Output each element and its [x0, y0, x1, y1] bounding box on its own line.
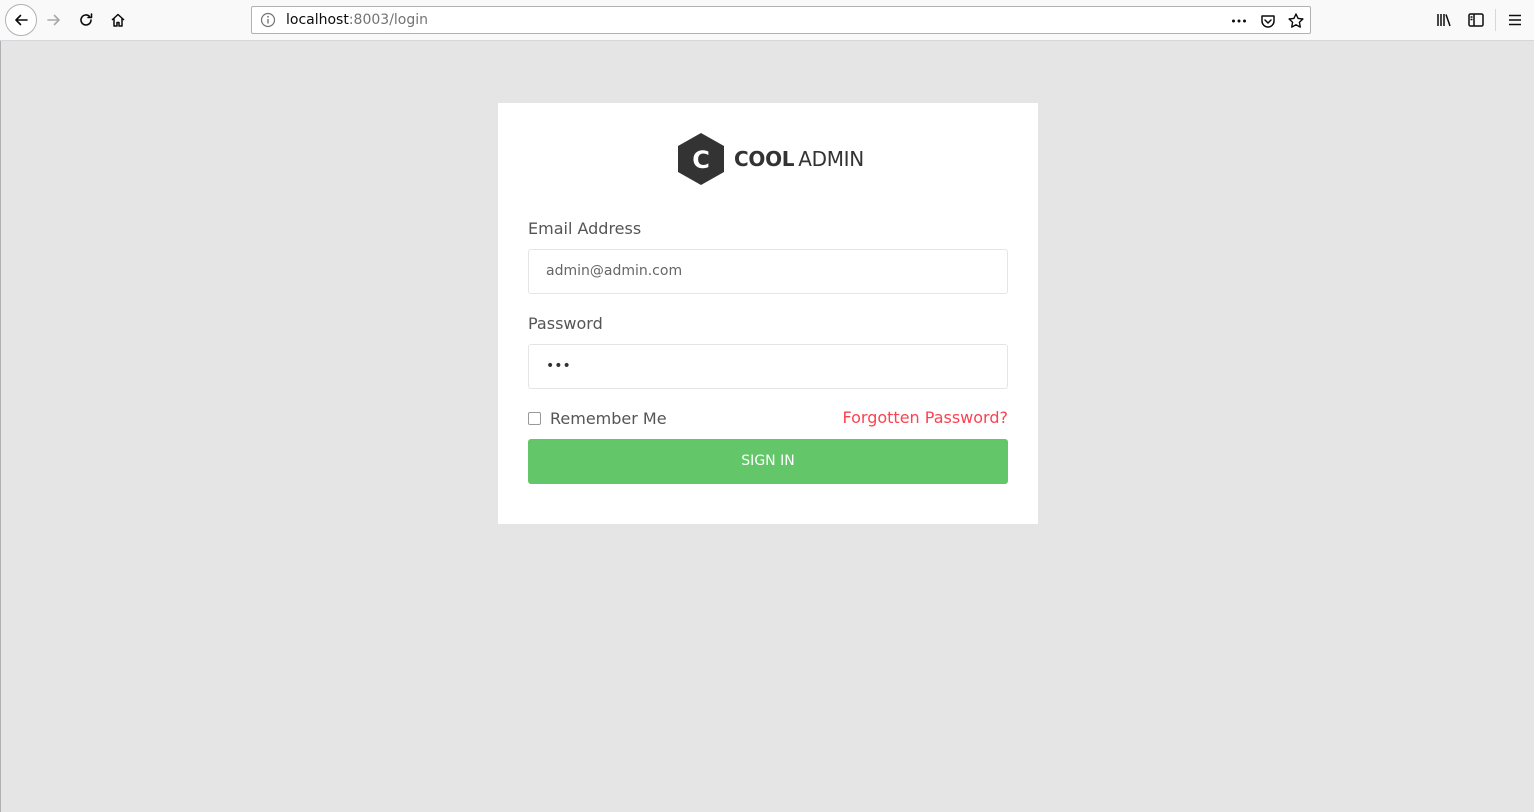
remember-me[interactable]: Remember Me — [528, 408, 667, 428]
url-path: :8003/login — [348, 12, 429, 28]
address-bar[interactable]: localhost:8003/login — [251, 6, 1311, 34]
reload-button[interactable] — [71, 5, 101, 35]
password-label: Password — [528, 314, 603, 333]
more-actions-icon — [1232, 19, 1246, 23]
url-host: localhost — [286, 12, 349, 28]
home-button[interactable] — [103, 5, 133, 35]
url-text[interactable]: localhost:8003/login — [286, 12, 428, 29]
star-icon — [1288, 13, 1304, 28]
pocket-icon — [1261, 15, 1275, 28]
logo-bold-text: COOL — [734, 147, 795, 171]
browser-toolbar: localhost:8003/login — [0, 0, 1534, 41]
password-field[interactable]: ••• — [528, 344, 1008, 389]
sidebar-button[interactable] — [1467, 11, 1485, 29]
library-icon — [1437, 14, 1451, 27]
brand-logo[interactable]: C COOL ADMIN — [678, 133, 864, 185]
back-button[interactable] — [5, 4, 37, 36]
logo-text: COOL ADMIN — [734, 147, 864, 171]
sign-in-button[interactable]: SIGN IN — [528, 439, 1008, 484]
toolbar-separator — [1495, 9, 1496, 31]
hamburger-menu-icon — [1509, 14, 1521, 26]
bookmark-button[interactable] — [1287, 12, 1305, 30]
home-icon — [111, 13, 125, 27]
email-label: Email Address — [528, 219, 642, 238]
forward-button[interactable] — [39, 5, 69, 35]
hexagon-logo-icon: C — [678, 133, 724, 185]
reload-icon — [80, 13, 93, 26]
forgot-password-link[interactable]: Forgotten Password? — [842, 408, 1008, 427]
logo-letter: C — [692, 146, 710, 174]
library-button[interactable] — [1435, 11, 1453, 29]
email-field[interactable]: admin@admin.com — [528, 249, 1008, 294]
logo-light-text: ADMIN — [798, 147, 864, 171]
forward-arrow-icon — [47, 14, 60, 26]
password-mask: ••• — [546, 358, 571, 374]
login-card: C COOL ADMIN Email Address admin@admin.co… — [498, 103, 1038, 524]
back-arrow-icon — [15, 14, 28, 26]
page-border — [0, 41, 1, 812]
pocket-button[interactable] — [1259, 12, 1277, 30]
remember-checkbox[interactable] — [528, 411, 541, 425]
info-icon[interactable] — [260, 12, 276, 28]
page-actions-button[interactable] — [1230, 12, 1248, 30]
sidebar-icon — [1468, 13, 1484, 27]
menu-button[interactable] — [1506, 11, 1524, 29]
remember-label: Remember Me — [550, 408, 667, 428]
